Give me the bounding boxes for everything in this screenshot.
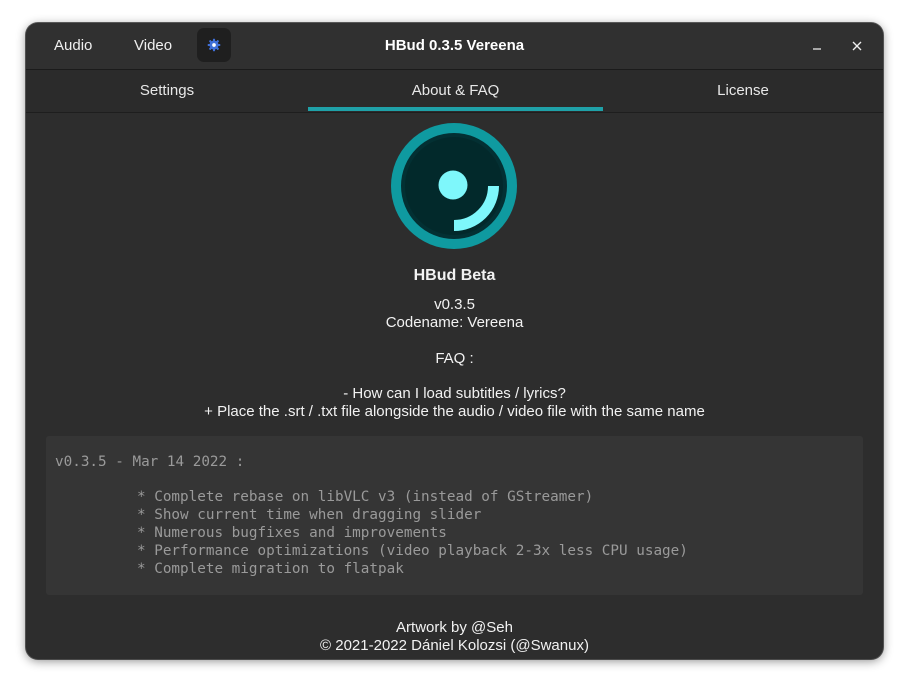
artwork-credit: Artwork by @Seh (396, 619, 513, 636)
faq-heading: FAQ : (435, 350, 474, 367)
changelog-header: v0.3.5 - Mar 14 2022 : (55, 454, 245, 470)
minimize-icon (813, 48, 821, 50)
app-logo (391, 123, 517, 249)
changelog-box: v0.3.5 - Mar 14 2022 : * Complete rebase… (46, 436, 863, 595)
tab-settings[interactable]: Settings (26, 70, 308, 112)
tab-bar: Settings About & FAQ License (26, 70, 883, 113)
tab-license[interactable]: License (603, 70, 883, 112)
changelog-item: * Show current time when dragging slider (137, 507, 482, 523)
close-icon (852, 41, 862, 51)
audio-menu-button[interactable]: Audio (42, 32, 104, 60)
changelog-item: * Complete rebase on libVLC v3 (instead … (137, 489, 594, 505)
gear-icon (207, 38, 221, 52)
changelog-item: * Complete migration to flatpak (137, 561, 404, 577)
copyright-text: © 2021-2022 Dániel Kolozsi (@Swanux) (320, 637, 589, 654)
changelog-item: * Numerous bugfixes and improvements (137, 525, 447, 541)
close-button[interactable] (845, 34, 869, 58)
app-name: HBud Beta (413, 267, 496, 284)
codename-text: Codename: Vereena (385, 314, 524, 331)
faq-question: - How can I load subtitles / lyrics? (343, 385, 566, 402)
minimize-button[interactable] (805, 34, 829, 58)
changelog-item: * Performance optimizations (video playb… (137, 543, 688, 559)
faq-answer: + Place the .srt / .txt file alongside t… (204, 403, 705, 420)
settings-button[interactable] (197, 28, 231, 62)
app-window: Audio Video HBud 0.3.5 Vereena Settings … (26, 23, 883, 659)
tab-about-faq[interactable]: About & FAQ (308, 70, 603, 112)
version-text: v0.3.5 (434, 296, 475, 313)
video-menu-button[interactable]: Video (122, 32, 184, 60)
titlebar: Audio Video HBud 0.3.5 Vereena (26, 23, 883, 70)
